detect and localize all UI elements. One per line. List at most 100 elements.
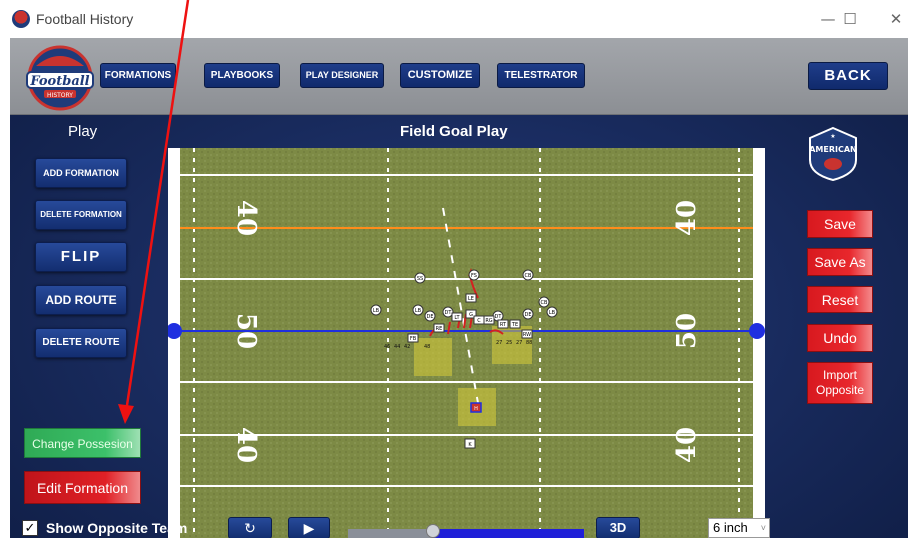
save-button[interactable]: Save (807, 210, 873, 238)
player-cb-right[interactable]: CB (522, 269, 534, 281)
import-opposite-button[interactable]: Import Opposite (807, 362, 873, 404)
player-rg[interactable]: RG (483, 315, 495, 325)
player-rt[interactable]: RT (497, 319, 509, 329)
svg-text:DT: DT (495, 314, 503, 320)
delete-route-button[interactable]: DELETE ROUTE (35, 328, 127, 358)
maximize-button[interactable]: ☐ (838, 8, 862, 30)
svg-text:40: 40 (672, 427, 702, 463)
svg-text:DE: DE (524, 312, 531, 318)
add-formation-button[interactable]: ADD FORMATION (35, 158, 127, 188)
svg-text:46: 46 (384, 344, 390, 350)
svg-text:H: H (474, 406, 478, 412)
player-le[interactable]: LE (465, 293, 477, 303)
svg-text:★: ★ (830, 133, 835, 140)
player-te[interactable]: TE (509, 319, 521, 329)
player-de-right[interactable]: DE (522, 308, 534, 320)
play-title: Field Goal Play (400, 123, 508, 140)
svg-text:DE: DE (426, 314, 433, 320)
player-rw[interactable]: RW (521, 329, 533, 339)
svg-text:RE: RE (436, 326, 443, 332)
svg-text:G: G (469, 312, 473, 318)
app-icon (12, 10, 30, 28)
svg-text:C: C (477, 318, 481, 324)
svg-text:LB: LB (549, 310, 556, 316)
scale-dropdown[interactable]: 6 inch ˅ (708, 518, 770, 538)
svg-text:CB: CB (541, 300, 548, 306)
football-field[interactable]: 40 50 40 40 50 40 SS FS CB LB LB DE DE D… (168, 148, 765, 538)
show-opposite-checkbox[interactable]: ✓ (22, 520, 38, 536)
player-c[interactable]: C (473, 315, 485, 325)
edit-formation-button[interactable]: Edit Formation (24, 471, 141, 504)
svg-text:42: 42 (404, 344, 410, 350)
show-opposite-label: Show Opposite Team (46, 520, 188, 536)
player-kicker[interactable]: K (464, 438, 476, 449)
player-lb-left[interactable]: LB (370, 304, 382, 316)
svg-text:27: 27 (516, 340, 522, 346)
svg-text:TE: TE (511, 322, 518, 328)
svg-text:SS: SS (417, 276, 423, 282)
svg-text:LE: LE (468, 296, 474, 302)
top-toolbar: Football HISTORY FORMATIONS PLAYBOOKS PL… (10, 38, 908, 115)
window-titlebar: Football History — ☐ ✕ (0, 0, 908, 38)
bottom-controls: ✓ Show Opposite Team ↻ ▶ 3D 6 inch ˅ (10, 516, 908, 538)
flip-button[interactable]: FLIP (35, 242, 127, 272)
svg-text:40: 40 (231, 200, 261, 236)
player-holder[interactable]: H (470, 402, 482, 413)
svg-text:CB: CB (525, 273, 532, 279)
svg-text:27: 27 (496, 340, 502, 346)
svg-text:LB: LB (415, 308, 422, 314)
player-lb-mid[interactable]: LB (412, 304, 424, 316)
save-as-button[interactable]: Save As (807, 248, 873, 276)
svg-text:RW: RW (523, 332, 531, 338)
svg-text:LB: LB (373, 308, 380, 314)
logo-text: Football (29, 74, 89, 89)
scale-dropdown-value: 6 inch (713, 520, 748, 535)
player-fb[interactable]: FB (407, 333, 419, 343)
svg-text:44: 44 (394, 344, 400, 350)
scrimmage-right-handle[interactable] (749, 323, 765, 339)
play-icon[interactable]: ▶ (288, 517, 330, 538)
svg-text:RT: RT (500, 322, 507, 328)
nav-telestrator-button[interactable]: TELESTRATOR (497, 63, 585, 88)
right-sideline (753, 148, 765, 538)
player-lt[interactable]: LT (451, 312, 463, 322)
svg-text:FB: FB (410, 336, 417, 342)
player-fs[interactable]: FS (468, 269, 480, 281)
play-heading: Play (68, 123, 98, 140)
svg-text:88: 88 (526, 340, 532, 346)
svg-text:50: 50 (231, 313, 261, 349)
svg-text:48: 48 (424, 344, 430, 350)
change-possession-button[interactable]: Change Possesion (24, 428, 141, 458)
reset-button[interactable]: Reset (807, 286, 873, 313)
left-sideline (168, 148, 180, 538)
back-button[interactable]: BACK (808, 62, 888, 90)
player-lb-right[interactable]: LB (546, 306, 558, 318)
svg-text:FS: FS (471, 273, 477, 279)
svg-text:25: 25 (506, 340, 512, 346)
logo-subtext: HISTORY (47, 92, 73, 99)
player-re[interactable]: RE (433, 323, 445, 333)
nav-formations-button[interactable]: FORMATIONS (100, 63, 176, 88)
chevron-down-icon: ˅ (760, 523, 766, 533)
player-cb-far[interactable]: CB (538, 296, 550, 308)
add-route-button[interactable]: ADD ROUTE (35, 285, 127, 315)
zone-highlight-left (414, 338, 452, 376)
delete-formation-button[interactable]: DELETE FORMATION (35, 200, 127, 230)
nav-playbooks-button[interactable]: PLAYBOOKS (204, 63, 280, 88)
svg-text:40: 40 (231, 427, 261, 463)
3d-view-button[interactable]: 3D (596, 517, 640, 538)
player-ss[interactable]: SS (414, 272, 426, 284)
app-area: Football HISTORY FORMATIONS PLAYBOOKS PL… (10, 38, 908, 538)
timeline-slider-thumb[interactable] (425, 524, 440, 538)
nav-customize-button[interactable]: CUSTOMIZE (400, 63, 480, 88)
window-title: Football History (36, 11, 134, 27)
redo-icon[interactable]: ↻ (228, 517, 272, 538)
player-de-left[interactable]: DE (424, 310, 436, 322)
minimize-button[interactable]: — (816, 8, 840, 30)
svg-text:40: 40 (672, 200, 702, 236)
team-badge-text: AMERICAN (809, 145, 857, 154)
undo-button[interactable]: Undo (807, 324, 873, 352)
football-history-logo: Football HISTORY (26, 45, 94, 111)
nav-play-designer-button[interactable]: PLAY DESIGNER (300, 63, 384, 88)
close-button[interactable]: ✕ (884, 8, 908, 30)
